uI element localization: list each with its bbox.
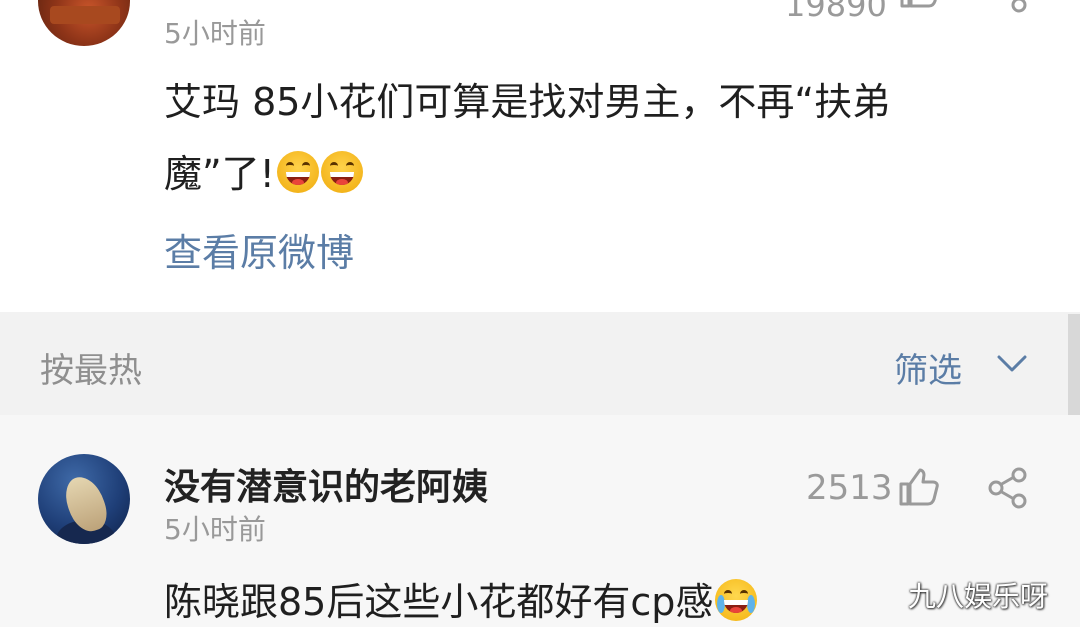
- share-icon[interactable]: [986, 0, 1030, 14]
- thumbs-up-icon[interactable]: [898, 0, 940, 10]
- like-count: 2513: [806, 468, 893, 508]
- thumbs-up-icon[interactable]: [897, 466, 939, 508]
- share-icon[interactable]: [986, 466, 1030, 510]
- post-text-line-2: 魔”了!: [164, 138, 363, 210]
- watermark: 九八娱乐呀: [908, 580, 1049, 613]
- post-time: 5小时前: [164, 17, 266, 50]
- view-original-link[interactable]: 查看原微博: [164, 222, 354, 277]
- chevron-down-icon[interactable]: [994, 346, 1030, 382]
- like-count: 19890: [785, 0, 887, 24]
- crying-laugh-emoji: [715, 579, 758, 621]
- grin-emoji: [320, 151, 363, 193]
- comment-text: 陈晓跟85后这些小花都好有cp感: [164, 566, 758, 638]
- comment-username[interactable]: 没有潜意识的老阿姨: [164, 458, 488, 510]
- filter-button[interactable]: 筛选: [894, 343, 962, 392]
- avatar[interactable]: [38, 0, 130, 46]
- sort-by-hot-button[interactable]: 按最热: [40, 343, 142, 392]
- post-text-line-2-label: 魔”了!: [164, 152, 275, 196]
- comment-text-label: 陈晓跟85后这些小花都好有cp感: [164, 580, 714, 624]
- post-text-line-1: 艾玛 85小花们可算是找对男主，不再“扶弟: [164, 80, 891, 124]
- grin-emoji: [276, 151, 319, 193]
- comment-time: 5小时前: [164, 513, 266, 546]
- avatar[interactable]: [38, 454, 130, 544]
